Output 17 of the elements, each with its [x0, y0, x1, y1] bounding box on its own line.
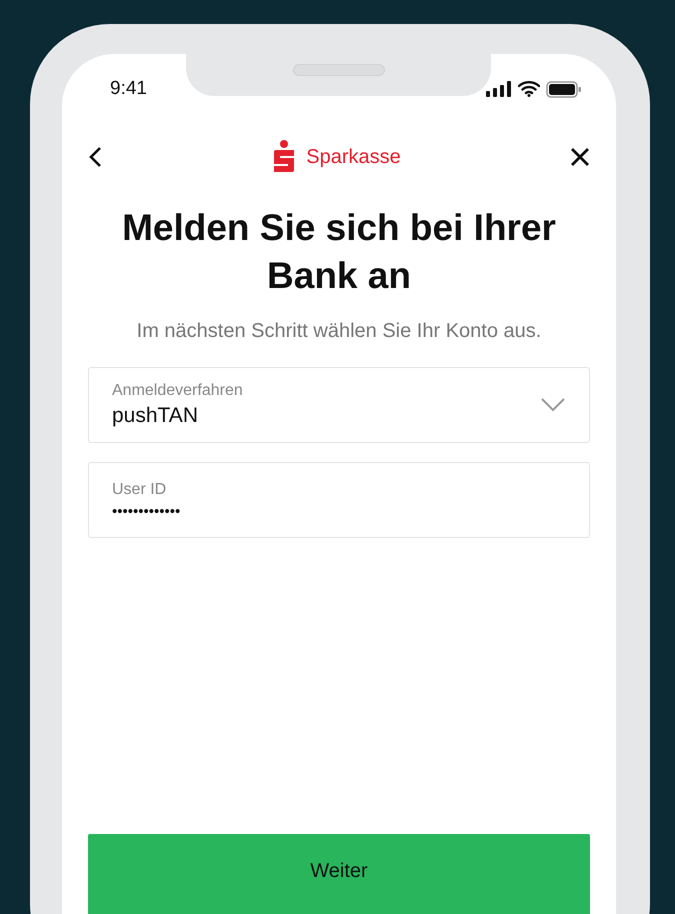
battery-icon: [546, 80, 582, 98]
back-icon[interactable]: [88, 146, 102, 168]
page-subtitle: Im nächsten Schritt wählen Sie Ihr Konto aus.: [136, 320, 542, 343]
page-title: Melden Sie sich bei Ihrer Bank an: [121, 206, 557, 298]
password-field[interactable]: User ID •••••••••••••: [88, 462, 590, 538]
field-label: User ID: [112, 480, 168, 498]
masked-value: •••••••••••••: [112, 502, 180, 520]
close-icon[interactable]: [570, 147, 590, 167]
chevron-down-icon: [541, 398, 565, 412]
wifi-icon: [518, 81, 540, 97]
signal-icon: [486, 81, 512, 97]
continue-button[interactable]: Weiter: [88, 834, 590, 914]
field-label: Anmeldeverfahren: [112, 382, 243, 400]
select-field[interactable]: Anmeldeverfahren pushTAN: [88, 367, 590, 443]
status-time: 9:41: [110, 77, 147, 100]
field-value: pushTAN: [112, 404, 199, 428]
brand-name: Sparkasse: [306, 146, 401, 168]
